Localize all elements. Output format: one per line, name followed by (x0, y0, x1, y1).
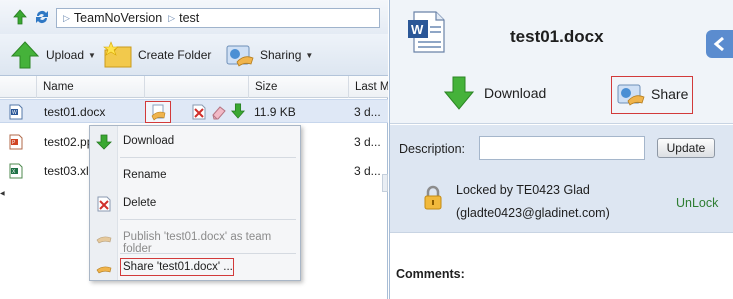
lock-icon (424, 185, 442, 210)
upload-button[interactable]: Upload ▼ (10, 38, 96, 72)
download-icon[interactable] (230, 103, 246, 119)
column-name-header[interactable]: Name (36, 76, 144, 98)
file-size: 11.9 KB (254, 105, 296, 119)
context-menu: Download Rename Delete Publish 'test01.d… (89, 125, 301, 281)
upload-arrow-icon (10, 41, 40, 69)
chevron-left-icon (713, 37, 724, 51)
create-folder-button[interactable]: Create Folder (103, 38, 211, 72)
path-bar: ▷ TeamNoVersion ▷ test (0, 0, 388, 34)
description-label: Description: (399, 142, 465, 156)
dropdown-caret-icon: ▼ (305, 50, 314, 60)
sharing-icon (226, 45, 254, 67)
locked-by-email: (gladte0423@gladinet.com) (456, 206, 610, 220)
breadcrumb-separator-icon: ▷ (168, 12, 176, 23)
delete-icon[interactable] (191, 104, 207, 120)
toolbar: Upload ▼ Create Folder Sharing ▼ (0, 34, 388, 76)
share-icon (151, 104, 166, 121)
update-button[interactable]: Update (657, 138, 715, 158)
svg-text:W: W (12, 110, 17, 116)
breadcrumb-separator-icon: ▷ (63, 12, 70, 23)
file-name[interactable]: test01.docx (44, 105, 105, 119)
sharing-button[interactable]: Sharing ▼ (224, 38, 313, 72)
delete-icon (97, 196, 111, 212)
column-actions-header (144, 76, 248, 98)
menu-item-label: Delete (123, 197, 157, 209)
menu-separator (120, 253, 296, 254)
refresh-icon[interactable] (34, 9, 50, 25)
unlock-link[interactable]: UnLock (676, 196, 718, 210)
word-document-icon: W (408, 11, 445, 53)
svg-text:W: W (411, 22, 424, 37)
upload-label: Upload (46, 48, 85, 62)
menu-item-share-highlight (120, 258, 234, 276)
description-section: Description: Update Locked by TE0423 Gla… (390, 125, 733, 233)
description-input[interactable] (479, 136, 645, 160)
new-folder-icon (103, 41, 132, 68)
comments-label: Comments: (396, 267, 465, 281)
download-icon (96, 134, 112, 150)
menu-separator (120, 219, 296, 220)
file-modified: 3 d... (354, 105, 381, 119)
powerpoint-file-icon: P (9, 134, 23, 150)
splitter-left-arrow-icon[interactable]: ◀ (0, 190, 5, 200)
word-file-icon: W (9, 104, 23, 120)
splitter-handle[interactable] (382, 174, 388, 192)
download-arrow-icon (444, 76, 474, 110)
dropdown-caret-icon: ▼ (88, 50, 96, 60)
details-pane: W test01.docx Download Share Description… (389, 0, 733, 299)
row-share-button[interactable] (145, 101, 171, 123)
column-size-header[interactable]: Size (248, 76, 348, 98)
download-button[interactable]: Download (444, 76, 546, 110)
menu-item-download[interactable]: Download (90, 130, 300, 154)
document-title: test01.docx (510, 27, 604, 46)
menu-item-label: Rename (123, 169, 167, 181)
details-header: W test01.docx Download Share (390, 0, 733, 124)
file-modified: 3 d... (354, 164, 381, 178)
handshake-icon (96, 236, 112, 244)
menu-item-rename[interactable]: Rename (90, 164, 300, 188)
column-header: Name Size Last M (0, 76, 388, 98)
share-button-highlight (611, 76, 693, 114)
breadcrumb-segment[interactable]: TeamNoVersion (74, 11, 162, 25)
menu-separator (120, 157, 296, 158)
locked-by-text: Locked by TE0423 Glad (456, 183, 590, 197)
menu-item-delete[interactable]: Delete (90, 192, 300, 216)
excel-file-icon: X (9, 163, 23, 179)
rename-eraser-icon[interactable] (211, 104, 227, 120)
breadcrumb[interactable]: ▷ TeamNoVersion ▷ test (56, 8, 380, 28)
collapse-pane-button[interactable] (706, 30, 733, 58)
sharing-label: Sharing (260, 48, 302, 62)
menu-item-publish-team-folder[interactable]: Publish 'test01.docx' as team folder (90, 226, 300, 255)
handshake-icon (96, 266, 112, 274)
up-folder-icon[interactable] (12, 9, 28, 25)
column-modified-header[interactable]: Last M (348, 76, 388, 98)
download-label: Download (484, 85, 547, 101)
breadcrumb-segment[interactable]: test (179, 11, 199, 25)
file-modified: 3 d... (354, 135, 381, 149)
menu-item-label: Publish 'test01.docx' as team folder (123, 231, 272, 255)
menu-item-label: Download (123, 135, 175, 147)
create-folder-label: Create Folder (138, 48, 212, 62)
